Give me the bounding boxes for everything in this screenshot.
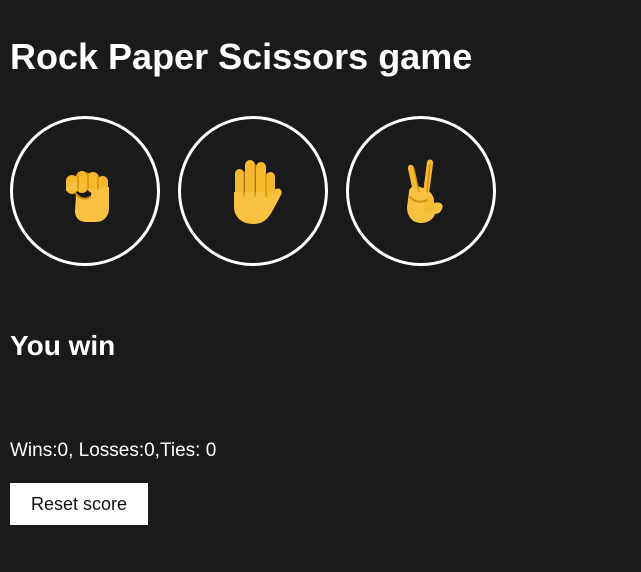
raised-hand-icon	[222, 157, 284, 225]
victory-hand-icon	[396, 158, 446, 224]
score-text: Wins:0, Losses:0,Ties: 0	[10, 440, 217, 461]
paper-button[interactable]	[178, 116, 328, 266]
reset-score-button[interactable]: Reset score	[10, 483, 148, 525]
scissors-button[interactable]	[346, 116, 496, 266]
choice-buttons	[10, 116, 496, 266]
rock-paper-scissors-page: Rock Paper Scissors game You win Wins:0,…	[0, 0, 641, 572]
game-result: You win	[10, 330, 116, 361]
page-title: Rock Paper Scissors game	[10, 36, 473, 77]
raised-fist-icon	[56, 158, 114, 224]
rock-button[interactable]	[10, 116, 160, 266]
